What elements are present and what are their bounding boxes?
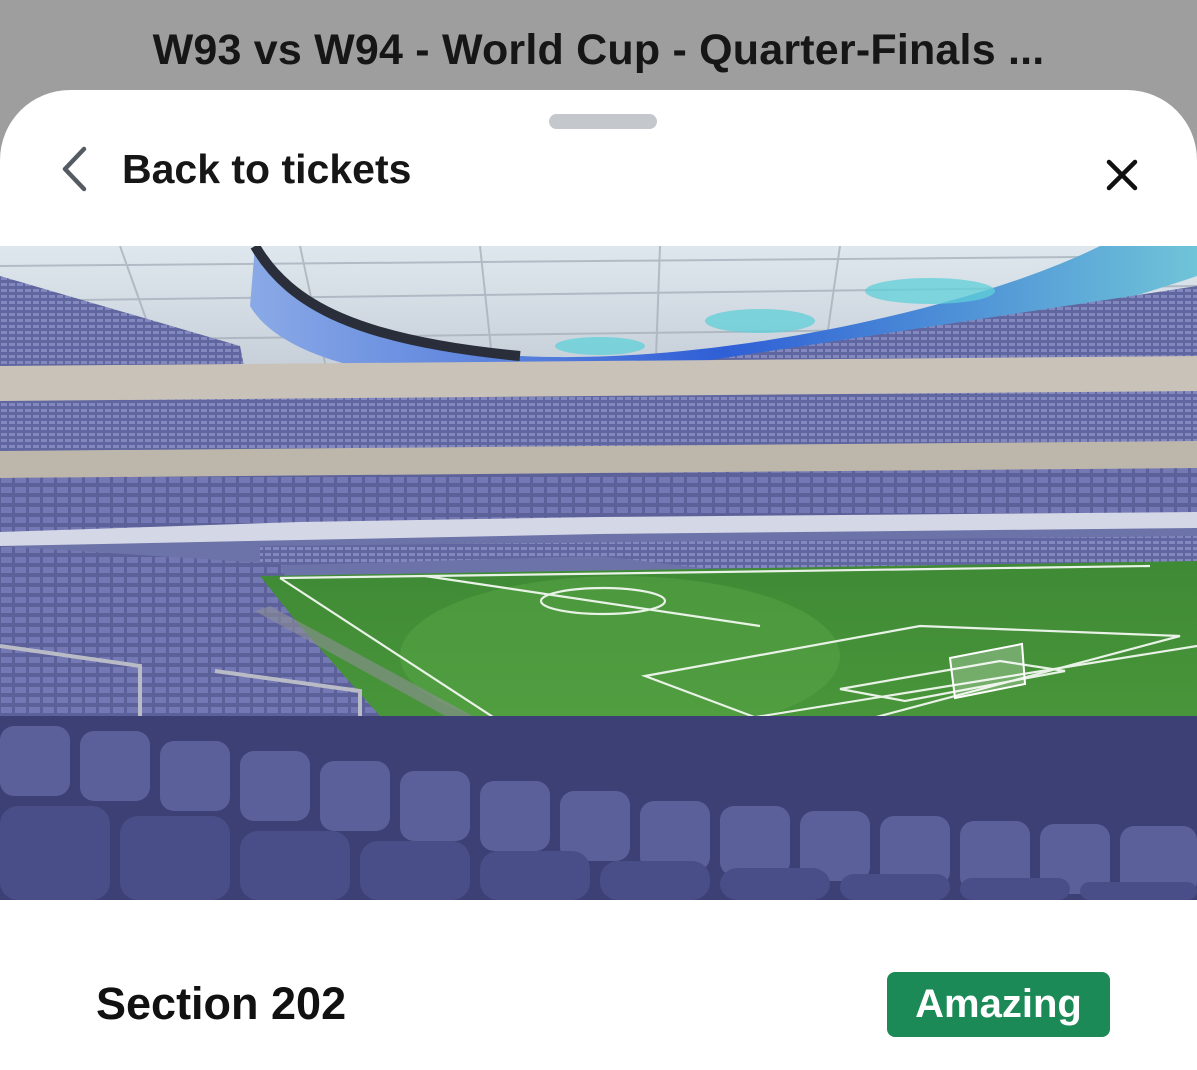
sheet-drag-handle[interactable] [549, 114, 657, 129]
section-label: Section 202 [96, 978, 347, 1029]
chevron-left-icon [60, 146, 90, 192]
close-icon [1105, 158, 1139, 197]
rating-badge: Amazing [887, 972, 1110, 1037]
close-button[interactable] [1097, 152, 1147, 202]
back-to-tickets-label: Back to tickets [122, 145, 412, 192]
event-title: W93 vs W94 - World Cup - Quarter-Finals … [152, 25, 1045, 74]
stadium-seat-view-image [0, 246, 1197, 900]
seat-view-sheet: Back to tickets Section 202 Amazing [0, 90, 1197, 1070]
back-to-tickets-button[interactable]: Back to tickets [60, 140, 411, 198]
